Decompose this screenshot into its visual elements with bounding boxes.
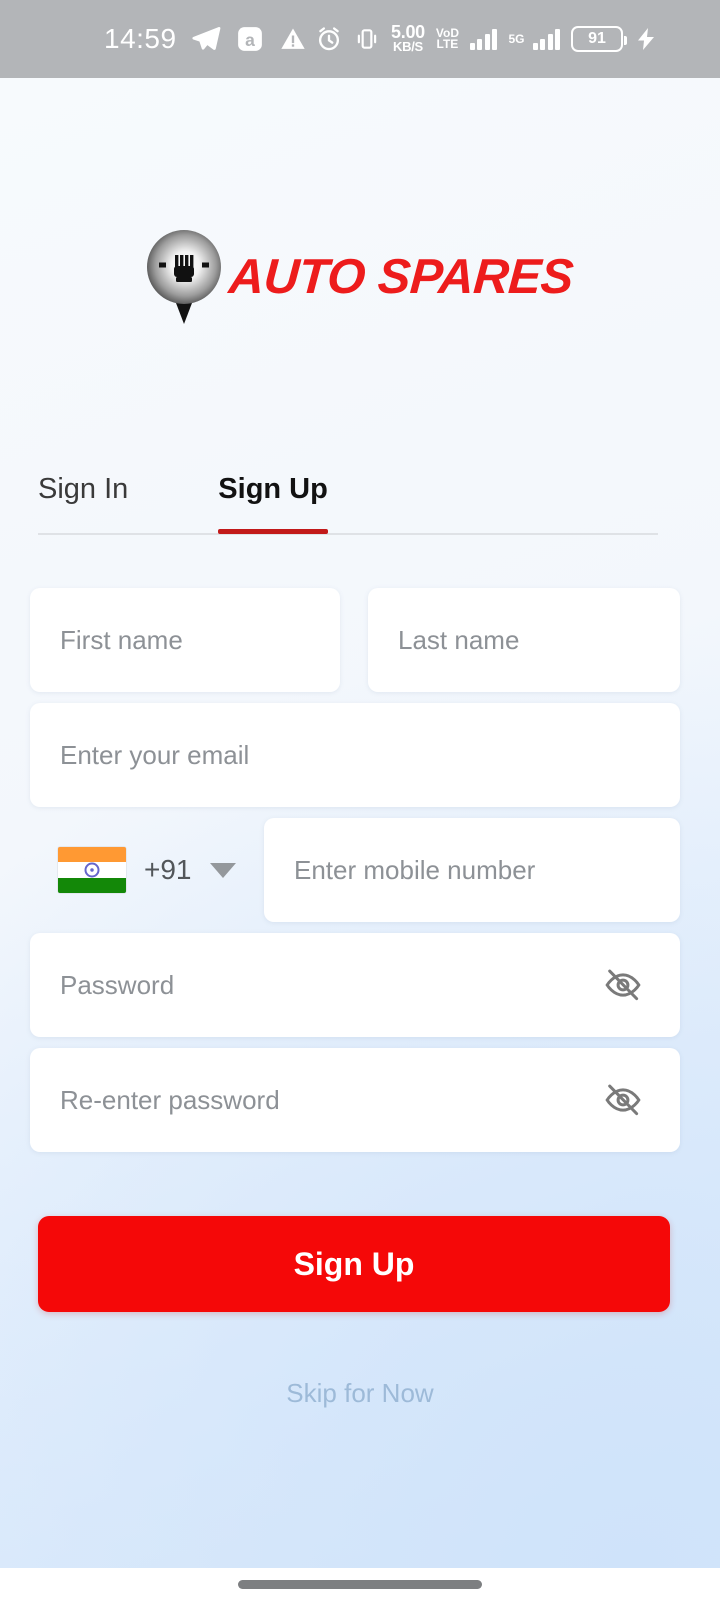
network-speed-indicator: 5.00 KB/S	[391, 23, 425, 55]
amazon-icon: a	[235, 24, 265, 54]
svg-text:a: a	[245, 30, 255, 50]
eye-off-icon-confirm[interactable]	[604, 1081, 642, 1119]
network-type-text: 5G	[508, 32, 525, 46]
vibrate-icon	[354, 26, 380, 52]
brand-name: AUTO SPARES	[227, 250, 575, 304]
last-name-placeholder: Last name	[398, 624, 520, 655]
battery-level-text: 91	[588, 30, 606, 47]
confirm-password-placeholder: Re-enter password	[60, 1084, 280, 1115]
country-code-selector[interactable]: +91	[30, 818, 256, 922]
battery-indicator: 91	[571, 26, 627, 52]
last-name-input[interactable]: Last name	[368, 588, 680, 692]
status-bar-clock: 14:59	[104, 23, 177, 54]
country-code-label: +91	[144, 854, 192, 885]
ashoka-chakra-icon	[84, 862, 100, 878]
sign-up-button[interactable]: Sign Up	[38, 1216, 670, 1312]
system-nav-bar	[0, 1568, 720, 1600]
network-type-label: 5G	[508, 33, 524, 45]
tab-divider	[38, 533, 658, 535]
mobile-number-input[interactable]: Enter mobile number	[264, 818, 680, 922]
volte-icon: VoD LTE	[436, 26, 459, 51]
mobile-placeholder: Enter mobile number	[294, 854, 536, 885]
volte-line2: LTE	[436, 37, 459, 51]
auth-tabs: Sign In Sign Up	[38, 458, 658, 535]
signup-page: AUTO SPARES Sign In Sign Up First name L…	[0, 78, 720, 1568]
brand-logo: AUTO SPARES	[0, 230, 720, 324]
phone-screen: 14:59 a 5.00 KB/S VoD LTE 5G 91 AUTO SPA…	[0, 0, 720, 1600]
password-placeholder: Password	[60, 969, 175, 1000]
tab-sign-up[interactable]: Sign Up	[218, 473, 328, 534]
chevron-down-icon[interactable]	[209, 862, 236, 878]
sim1-signal-icon	[469, 28, 498, 50]
net-speed-unit: KB/S	[393, 39, 423, 55]
confirm-password-input[interactable]: Re-enter password	[30, 1048, 680, 1152]
home-gesture-bar[interactable]	[238, 1579, 482, 1589]
telegram-icon	[191, 24, 221, 54]
email-input[interactable]: Enter your email	[30, 703, 680, 807]
auto-spares-pin-logo-icon	[147, 230, 222, 324]
status-bar-right: 5.00 KB/S VoD LTE 5G 91	[315, 23, 658, 55]
eye-off-icon[interactable]	[604, 966, 642, 1004]
status-bar: 14:59 a 5.00 KB/S VoD LTE 5G 91	[0, 0, 720, 78]
skip-for-now-link[interactable]: Skip for Now	[0, 1378, 720, 1409]
alarm-clock-icon	[315, 25, 343, 53]
status-bar-left: 14:59 a	[104, 24, 307, 54]
india-flag-icon	[58, 847, 126, 893]
warning-triangle-icon	[279, 25, 307, 53]
password-input[interactable]: Password	[30, 933, 680, 1037]
sim2-signal-icon	[532, 28, 560, 50]
auth-tab-row: Sign In Sign Up	[38, 458, 658, 534]
charging-bolt-icon	[634, 25, 658, 53]
tab-sign-in[interactable]: Sign In	[38, 473, 128, 522]
first-name-input[interactable]: First name	[30, 588, 340, 692]
email-placeholder: Enter your email	[60, 739, 250, 770]
first-name-placeholder: First name	[60, 624, 183, 655]
